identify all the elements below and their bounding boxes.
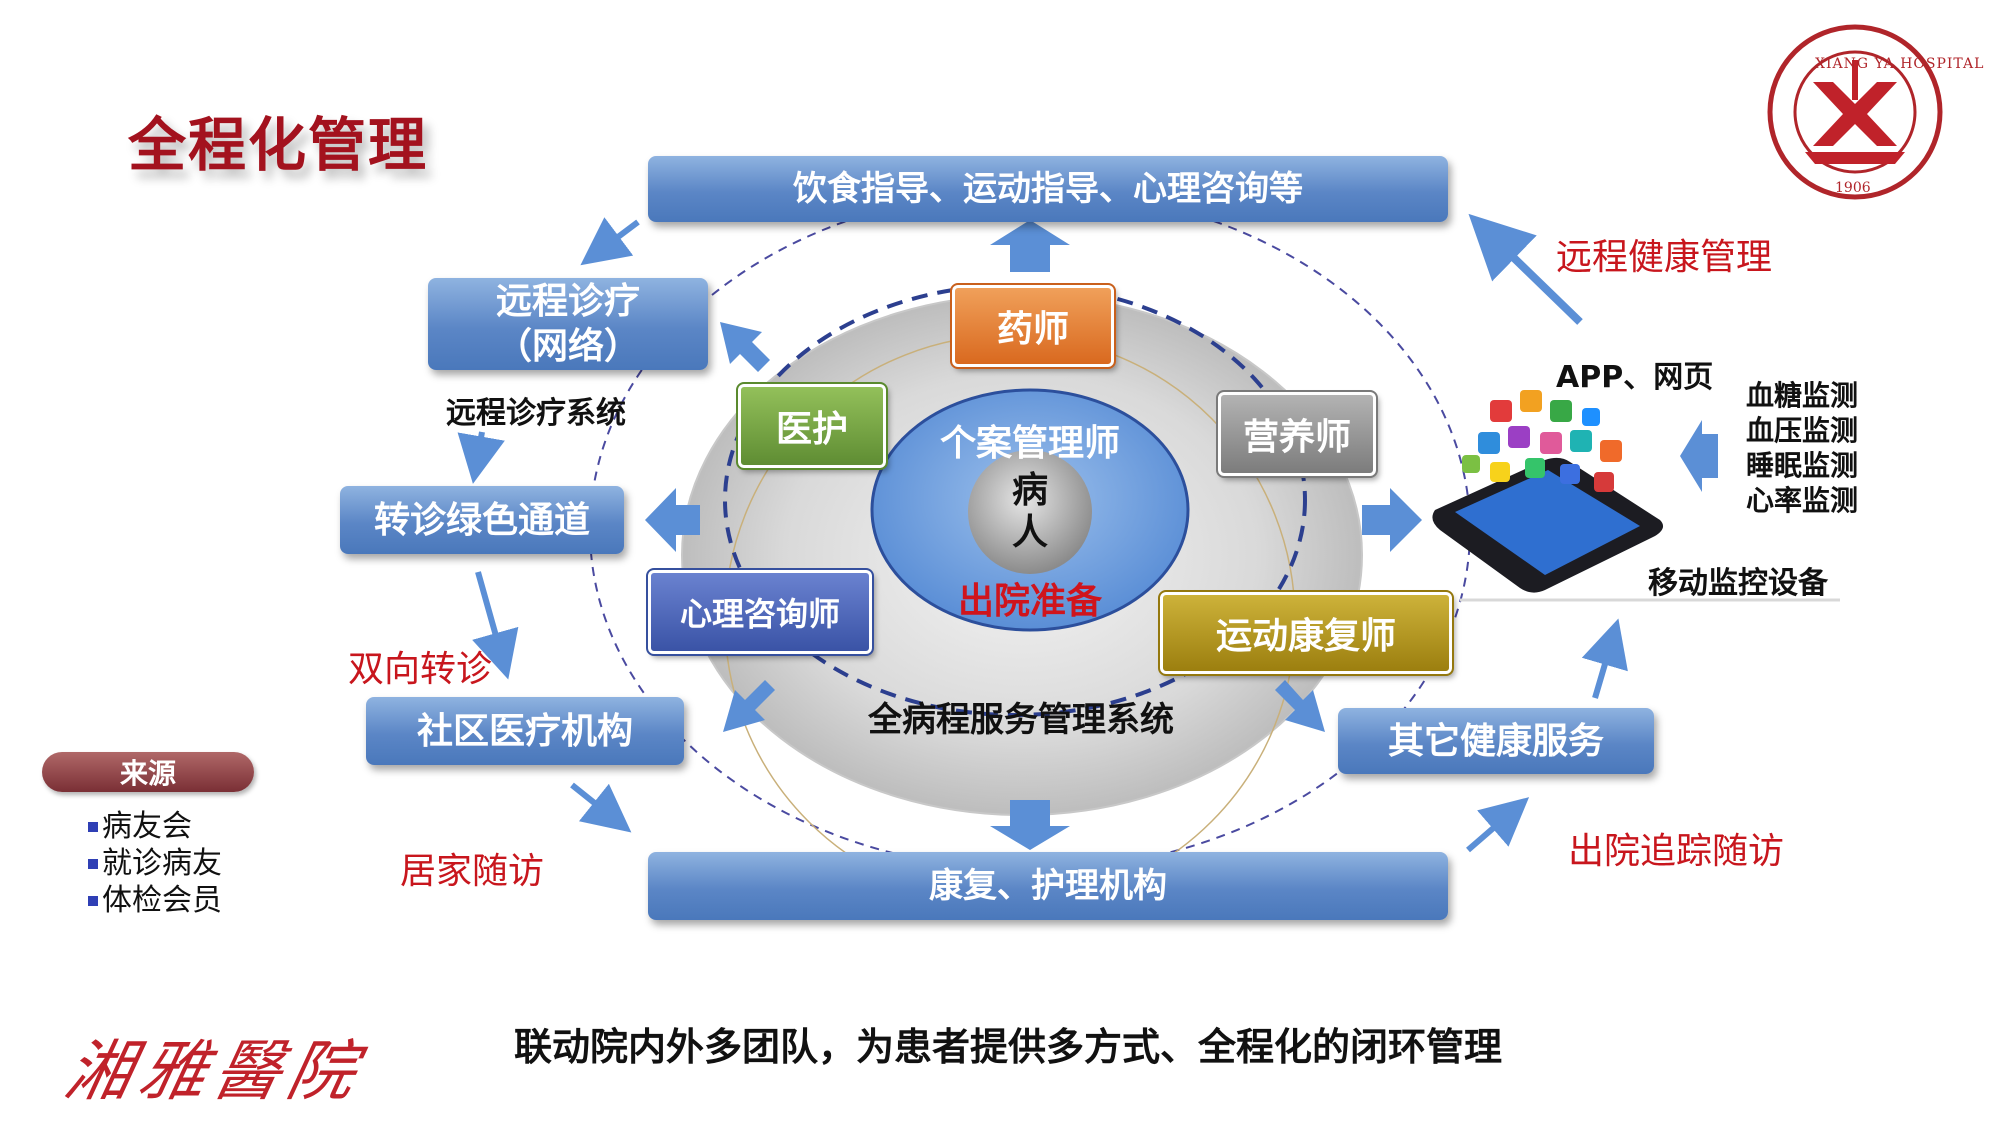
role-nursing: 医护 (736, 382, 888, 470)
home-followup-label: 居家随访 (400, 851, 545, 892)
logo-year: 1906 (1835, 180, 1871, 196)
role-psychologist: 心理咨询师 (646, 568, 874, 656)
hospital-calligraphy: 湘雅醫院 (58, 1033, 372, 1110)
role-pharmacist: 药师 (950, 283, 1116, 369)
legend-item: 就诊病友 (88, 845, 222, 882)
monitor-item: 血压监测 (1746, 414, 1859, 447)
legend-list: 病友会 就诊病友 体检会员 (88, 808, 222, 919)
remote-health-label: 远程健康管理 (1556, 237, 1773, 278)
patient-line2: 人 (1011, 512, 1048, 553)
bottom-caption: 联动院内外多团队，为患者提供多方式、全程化的闭环管理 (514, 1025, 1503, 1069)
remote-diagnosis-box: 远程诊疗 （网络） (428, 278, 708, 370)
discharge-followup-label: 出院追踪随访 (1568, 831, 1785, 872)
arrow-up (990, 220, 1070, 272)
discharge-prep-label: 出院准备 (957, 581, 1102, 622)
remote-diagnosis-line2: （网络） (495, 326, 640, 367)
arrow-rehab-to-other (1466, 797, 1530, 853)
case-manager-label: 个案管理师 (939, 423, 1120, 464)
role-rehab-therapist: 运动康复师 (1158, 590, 1454, 676)
arrow-remote-to-referral (457, 431, 505, 484)
community-medical-box: 社区医疗机构 (366, 697, 684, 765)
patient-line1: 病 (1011, 470, 1048, 511)
bullet-icon (88, 895, 98, 906)
arrow-top-to-remote (580, 217, 640, 266)
legend-item-text: 病友会 (102, 809, 192, 844)
legend-item: 病友会 (88, 808, 222, 845)
top-guidance-box: 饮食指导、运动指导、心理咨询等 (648, 156, 1448, 222)
bullet-icon (88, 858, 98, 869)
role-nutritionist: 营养师 (1216, 390, 1378, 478)
monitor-item: 心率监测 (1746, 484, 1859, 517)
monitor-item: 血糖监测 (1746, 379, 1859, 412)
system-name-label: 全病程服务管理系统 (868, 700, 1174, 740)
rehab-nursing-box: 康复、护理机构 (648, 852, 1448, 920)
logo-ring-text: XIANG YA HOSPITAL (1815, 56, 1985, 72)
other-health-box: 其它健康服务 (1338, 708, 1654, 774)
arrow-upleft (720, 322, 770, 372)
mobile-devices-label: 移动监控设备 (1648, 566, 1828, 601)
arrow-community-to-rehab (570, 782, 632, 833)
remote-diagnosis-line1: 远程诊疗 (495, 281, 640, 322)
two-way-referral-label: 双向转诊 (348, 649, 493, 690)
arrow-right (1362, 488, 1422, 552)
monitor-item: 睡眠监测 (1746, 449, 1859, 482)
legend-title: 来源 (42, 752, 254, 792)
remote-system-label: 远程诊疗系统 (446, 396, 626, 431)
app-web-label: APP、网页 (1556, 360, 1714, 395)
referral-channel-box: 转诊绿色通道 (340, 486, 624, 554)
bullet-icon (88, 821, 98, 832)
arrow-monitors (1680, 420, 1718, 492)
hospital-logo (1767, 24, 1943, 200)
legend-item-text: 就诊病友 (102, 846, 222, 881)
legend-item: 体检会员 (88, 882, 222, 919)
arrow-other-to-device (1581, 618, 1628, 699)
patient-label: 病 人 (1000, 470, 1060, 554)
monitor-list: 血糖监测 血压监测 睡眠监测 心率监测 (1746, 378, 1858, 518)
legend-item-text: 体检会员 (102, 883, 222, 918)
